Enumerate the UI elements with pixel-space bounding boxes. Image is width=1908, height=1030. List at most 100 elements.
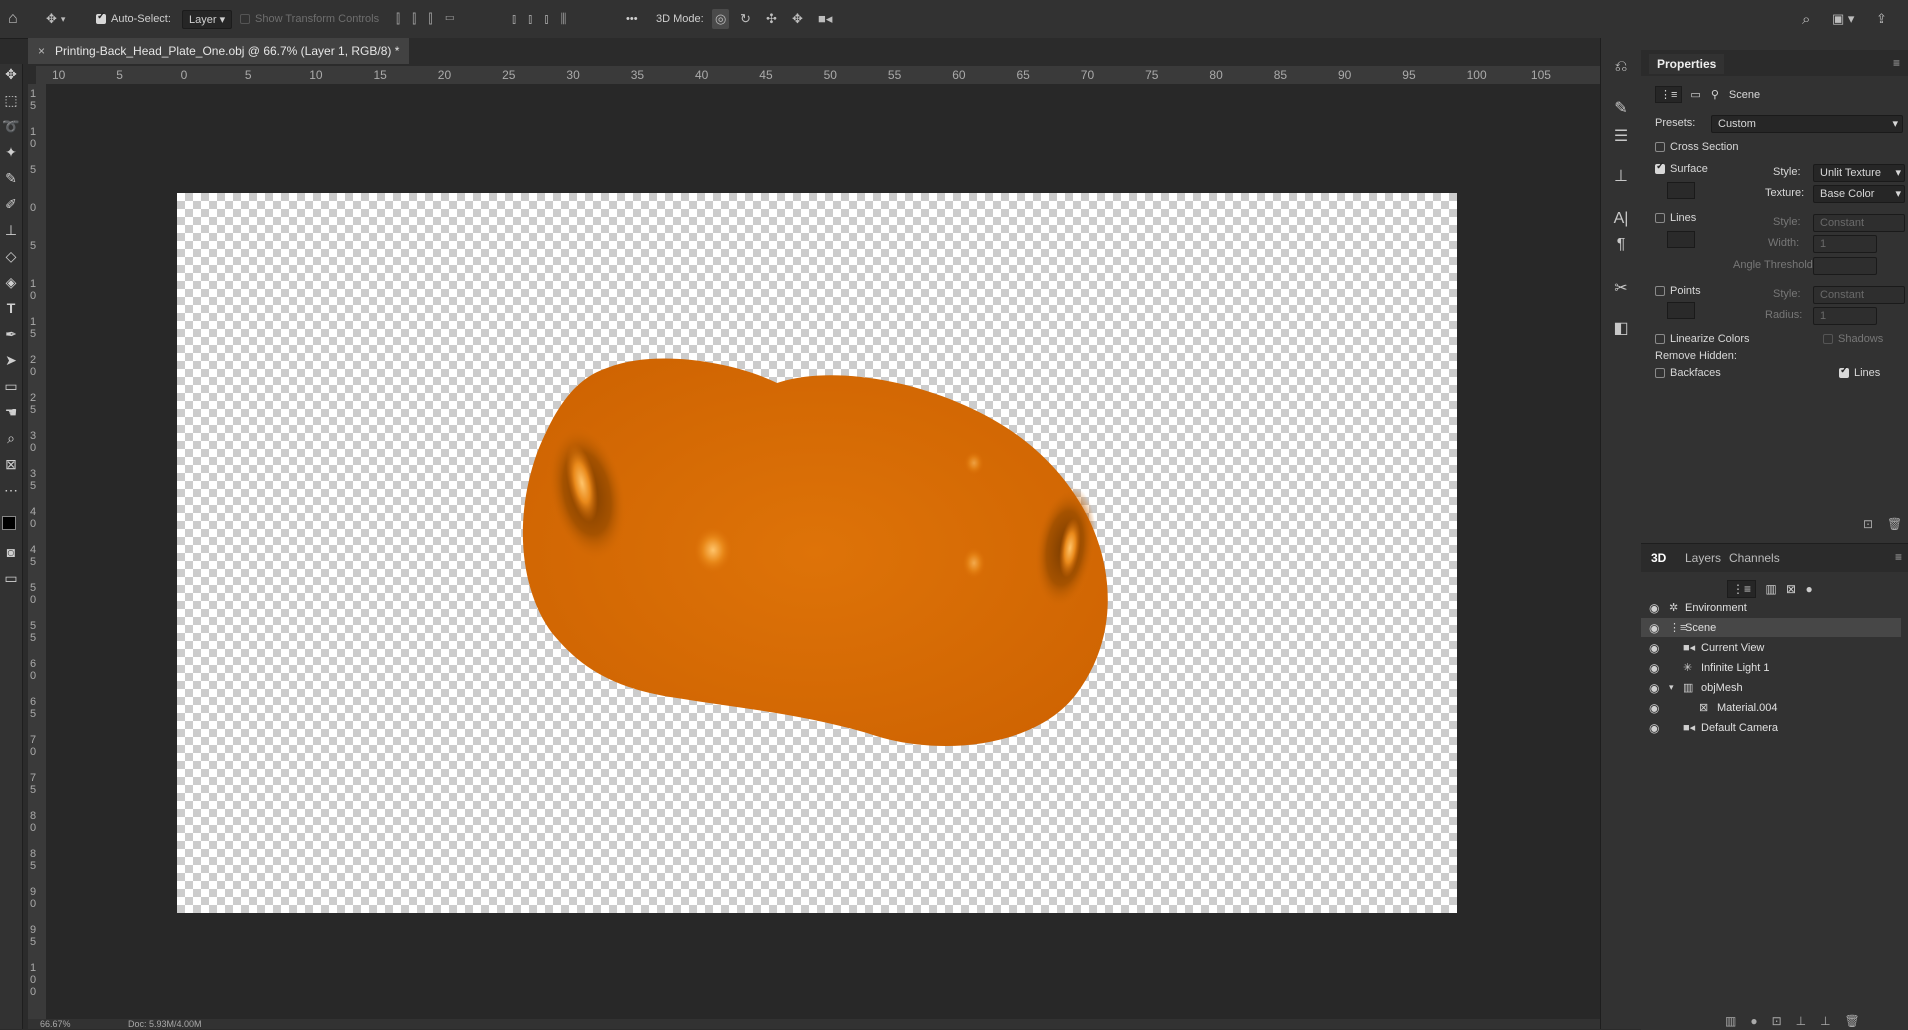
marquee-tool-icon[interactable]: ⬚ <box>0 90 22 110</box>
tab-layers[interactable]: Layers <box>1685 551 1721 565</box>
linearize-colors-checkbox[interactable]: Linearize Colors <box>1655 333 1749 345</box>
delete-icon[interactable]: 🗑 <box>1887 517 1902 531</box>
visibility-eye-icon[interactable]: ◉ <box>1649 681 1659 695</box>
layer-row-infinite-light[interactable]: ◉ ✳ Infinite Light 1 <box>1641 658 1901 677</box>
visibility-eye-icon[interactable]: ◉ <box>1649 641 1659 655</box>
presets-dropdown[interactable]: Custom ▾ <box>1711 115 1903 133</box>
points-color-swatch[interactable] <box>1667 302 1695 319</box>
lasso-tool-icon[interactable]: ➰ <box>0 116 22 136</box>
home-icon[interactable]: ⌂ <box>8 0 18 38</box>
zoom-tool-icon[interactable]: ⌕ <box>0 428 22 448</box>
paint-bucket-icon[interactable]: ◈ <box>0 272 22 292</box>
eyedropper-icon[interactable]: ✎ <box>0 168 22 188</box>
surface-color-swatch[interactable] <box>1667 182 1695 199</box>
tab-channels[interactable]: Channels <box>1729 551 1780 565</box>
type-tool-icon[interactable]: T <box>0 298 22 318</box>
lines-checkbox[interactable]: Lines <box>1655 212 1696 224</box>
3d-slide-icon[interactable]: ✥ <box>792 0 803 38</box>
panel-menu-icon[interactable]: ≡ <box>1895 550 1902 564</box>
materials-filter-icon[interactable]: ⊠ <box>1786 582 1796 596</box>
workspace-icon[interactable]: ▣ ▾ <box>1832 0 1854 38</box>
character-icon[interactable]: A| <box>1601 210 1641 228</box>
adjustments-icon[interactable]: ☰ <box>1601 126 1641 146</box>
panel-menu-icon[interactable]: ≡ <box>1893 56 1900 70</box>
tab-3d[interactable]: 3D <box>1651 551 1666 565</box>
lines-color-swatch[interactable] <box>1667 231 1695 248</box>
layer-row-environment[interactable]: ◉ ✲ Environment <box>1641 598 1901 617</box>
magic-wand-icon[interactable]: ✦ <box>0 142 22 162</box>
share-icon[interactable]: ⇪ <box>1876 0 1887 38</box>
layer-row-material[interactable]: ◉ ⊠ Material.004 <box>1641 698 1901 717</box>
camera-settings-icon[interactable]: ▭ <box>1690 88 1700 101</box>
ruler-tick-label: 8 0 <box>30 810 37 834</box>
3d-object-render[interactable] <box>177 193 1457 913</box>
visibility-eye-icon[interactable]: ◉ <box>1649 621 1659 635</box>
chevron-down-icon[interactable]: ▾ <box>1669 682 1674 693</box>
stamp-tool-icon[interactable]: ⊥ <box>0 220 22 240</box>
visibility-eye-icon[interactable]: ◉ <box>1649 661 1659 675</box>
3d-pan-icon[interactable]: ✣ <box>766 0 777 38</box>
meshes-filter-icon[interactable]: ▥ <box>1765 582 1776 596</box>
remove-lines-checkbox[interactable]: Lines <box>1839 365 1880 379</box>
3d-roll-icon[interactable]: ↻ <box>740 0 751 38</box>
tools-preset-icon[interactable]: ✂ <box>1601 278 1641 298</box>
layer-row-current-view[interactable]: ◉ ■◂ Current View <box>1641 638 1901 657</box>
paragraph-icon[interactable]: ¶ <box>1601 236 1641 254</box>
whole-scene-filter-icon[interactable]: ⋮≡ <box>1727 580 1757 598</box>
3d-camera-icon[interactable]: ■◂ <box>818 0 832 38</box>
render-settings-icon[interactable]: ⚲ <box>1711 88 1719 101</box>
visibility-eye-icon[interactable]: ◉ <box>1649 721 1659 735</box>
history-icon[interactable]: ⎌ <box>1601 58 1641 76</box>
more-tools-icon[interactable]: ⋯ <box>0 480 22 500</box>
angle-threshold-input[interactable] <box>1813 257 1877 275</box>
search-icon[interactable]: ⌕ <box>1802 0 1810 38</box>
rectangle-tool-icon[interactable]: ▭ <box>0 376 22 396</box>
3d-orbit-icon[interactable]: ◎ <box>712 0 730 38</box>
document-canvas[interactable] <box>177 193 1457 913</box>
render-icon[interactable]: ⊡ <box>1863 517 1873 531</box>
document-tab[interactable]: × Printing-Back_Head_Plate_One.obj @ 66.… <box>28 38 410 64</box>
lines-style-dropdown[interactable]: Constant <box>1813 214 1905 232</box>
notes-icon[interactable]: ◧ <box>1601 318 1641 338</box>
hand-tool-icon[interactable]: ☚ <box>0 402 22 422</box>
move-tool-icon[interactable]: ✥ <box>0 64 22 84</box>
properties-title[interactable]: Properties <box>1649 54 1725 74</box>
shadows-checkbox[interactable]: Shadows <box>1823 333 1883 345</box>
clone-source-icon[interactable]: ⊥ <box>1601 166 1641 186</box>
brush-settings-icon[interactable]: ✎ <box>1601 98 1641 118</box>
surface-style-dropdown[interactable]: Unlit Texture ▾ <box>1813 164 1905 182</box>
foreground-color-swatch[interactable] <box>2 516 16 530</box>
visibility-eye-icon[interactable]: ◉ <box>1649 601 1659 615</box>
width-input[interactable]: 1 <box>1813 235 1877 253</box>
texture-dropdown[interactable]: Base Color ▾ <box>1813 185 1905 203</box>
screen-mode-icon[interactable]: ▭ <box>0 568 22 588</box>
backfaces-checkbox[interactable]: Backfaces <box>1655 367 1721 379</box>
brush-tool-icon[interactable]: ✐ <box>0 194 22 214</box>
zoom-level[interactable]: 66.67% <box>40 1019 71 1029</box>
quick-mask-icon[interactable]: ◙ <box>0 542 22 562</box>
points-checkbox[interactable]: Points <box>1655 285 1701 297</box>
layer-row-default-camera[interactable]: ◉ ■◂ Default Camera <box>1641 718 1901 737</box>
points-style-dropdown[interactable]: Constant <box>1813 286 1905 304</box>
cross-section-checkbox[interactable]: Cross Section <box>1655 141 1738 153</box>
visibility-eye-icon[interactable]: ◉ <box>1649 701 1659 715</box>
eraser-tool-icon[interactable]: ◇ <box>0 246 22 266</box>
path-select-icon[interactable]: ➤ <box>0 350 22 370</box>
pen-tool-icon[interactable]: ✒ <box>0 324 22 344</box>
radius-input[interactable]: 1 <box>1813 307 1877 325</box>
distribute-buttons[interactable]: ⫾⫾⫾⫼ <box>512 0 578 38</box>
auto-select-checkbox[interactable]: Auto-Select: <box>96 0 171 38</box>
scene-tree-icon[interactable]: ⋮≡ <box>1655 86 1683 103</box>
more-options-button[interactable]: ••• <box>626 0 638 38</box>
layer-row-objmesh[interactable]: ◉ ▾ ▥ objMesh <box>1641 678 1901 697</box>
move-tool-icon[interactable]: ✥ ▾ <box>46 0 65 38</box>
auto-select-dropdown[interactable]: Layer ▾ <box>182 0 233 38</box>
close-tab-icon[interactable]: × <box>38 44 45 58</box>
frame-tool-icon[interactable]: ⊠ <box>0 454 22 474</box>
3d-panel-footer-icons[interactable]: ▥●⊡⊥⊥🗑 <box>1725 1014 1874 1028</box>
layer-row-scene[interactable]: ◉ ⋮≡ Scene <box>1641 618 1901 637</box>
show-transform-checkbox[interactable]: Show Transform Controls <box>240 0 379 38</box>
surface-checkbox[interactable]: Surface <box>1655 161 1708 175</box>
lights-filter-icon[interactable]: ● <box>1805 582 1812 596</box>
align-buttons[interactable]: ⫿⫿⫿▭ <box>396 0 467 38</box>
